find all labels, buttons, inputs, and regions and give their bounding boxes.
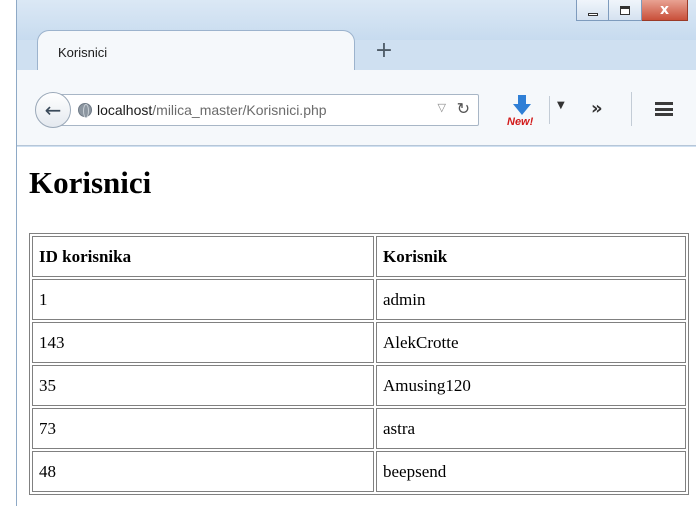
cell-id: 1: [32, 279, 374, 320]
cell-id: 73: [32, 408, 374, 449]
overflow-icon[interactable]: »: [591, 98, 603, 119]
url-host: localhost: [97, 102, 153, 118]
users-table: ID korisnika Korisnik 1 admin 143 AlekCr…: [29, 233, 689, 495]
globe-icon: [78, 103, 92, 118]
minimize-button[interactable]: [576, 0, 609, 21]
window-controls: x: [576, 0, 688, 22]
table-row: 48 beepsend: [32, 451, 686, 492]
back-button[interactable]: ←: [35, 92, 71, 128]
plus-icon: +: [374, 38, 394, 63]
table-row: 1 admin: [32, 279, 686, 320]
table-row: 143 AlekCrotte: [32, 322, 686, 363]
chevron-down-icon[interactable]: ▼: [557, 100, 565, 111]
table-header-row: ID korisnika Korisnik: [32, 236, 686, 277]
browser-window: x Korisnici + ← localhost/milica_master/…: [16, 0, 696, 506]
address-bar[interactable]: localhost/milica_master/Korisnici.php ▽ …: [55, 94, 479, 126]
page-content: Korisnici ID korisnika Korisnik 1 admin …: [17, 147, 696, 506]
tab-korisnici[interactable]: Korisnici: [37, 30, 355, 70]
cell-user: astra: [376, 408, 686, 449]
page-title: Korisnici: [29, 165, 152, 200]
maximize-button[interactable]: [609, 0, 642, 21]
hamburger-menu-icon[interactable]: [655, 102, 673, 116]
cell-id: 48: [32, 451, 374, 492]
cell-user: beepsend: [376, 451, 686, 492]
cell-id: 35: [32, 365, 374, 406]
column-header-user: Korisnik: [376, 236, 686, 277]
table-row: 73 astra: [32, 408, 686, 449]
reload-icon[interactable]: ↻: [457, 99, 470, 118]
cell-user: AlekCrotte: [376, 322, 686, 363]
url-path: /milica_master/Korisnici.php: [152, 102, 327, 118]
close-button[interactable]: x: [642, 0, 688, 21]
cell-id: 143: [32, 322, 374, 363]
close-icon: x: [659, 2, 670, 18]
navigation-bar: ← localhost/milica_master/Korisnici.php …: [17, 70, 696, 146]
toolbar-divider: [549, 96, 550, 124]
history-dropdown-icon[interactable]: ▽: [438, 101, 446, 114]
maximize-icon: [620, 5, 630, 15]
minimize-icon: [587, 12, 598, 16]
cell-user: Amusing120: [376, 365, 686, 406]
download-arrow-icon: [513, 95, 531, 115]
column-header-id: ID korisnika: [32, 236, 374, 277]
back-arrow-icon: ←: [44, 98, 62, 122]
new-tab-button[interactable]: +: [367, 36, 401, 66]
tab-label: Korisnici: [58, 45, 108, 60]
cell-user: admin: [376, 279, 686, 320]
download-button[interactable]: New!: [505, 94, 545, 130]
new-badge: New!: [507, 116, 534, 128]
toolbar-divider: [631, 92, 632, 126]
table-row: 35 Amusing120: [32, 365, 686, 406]
